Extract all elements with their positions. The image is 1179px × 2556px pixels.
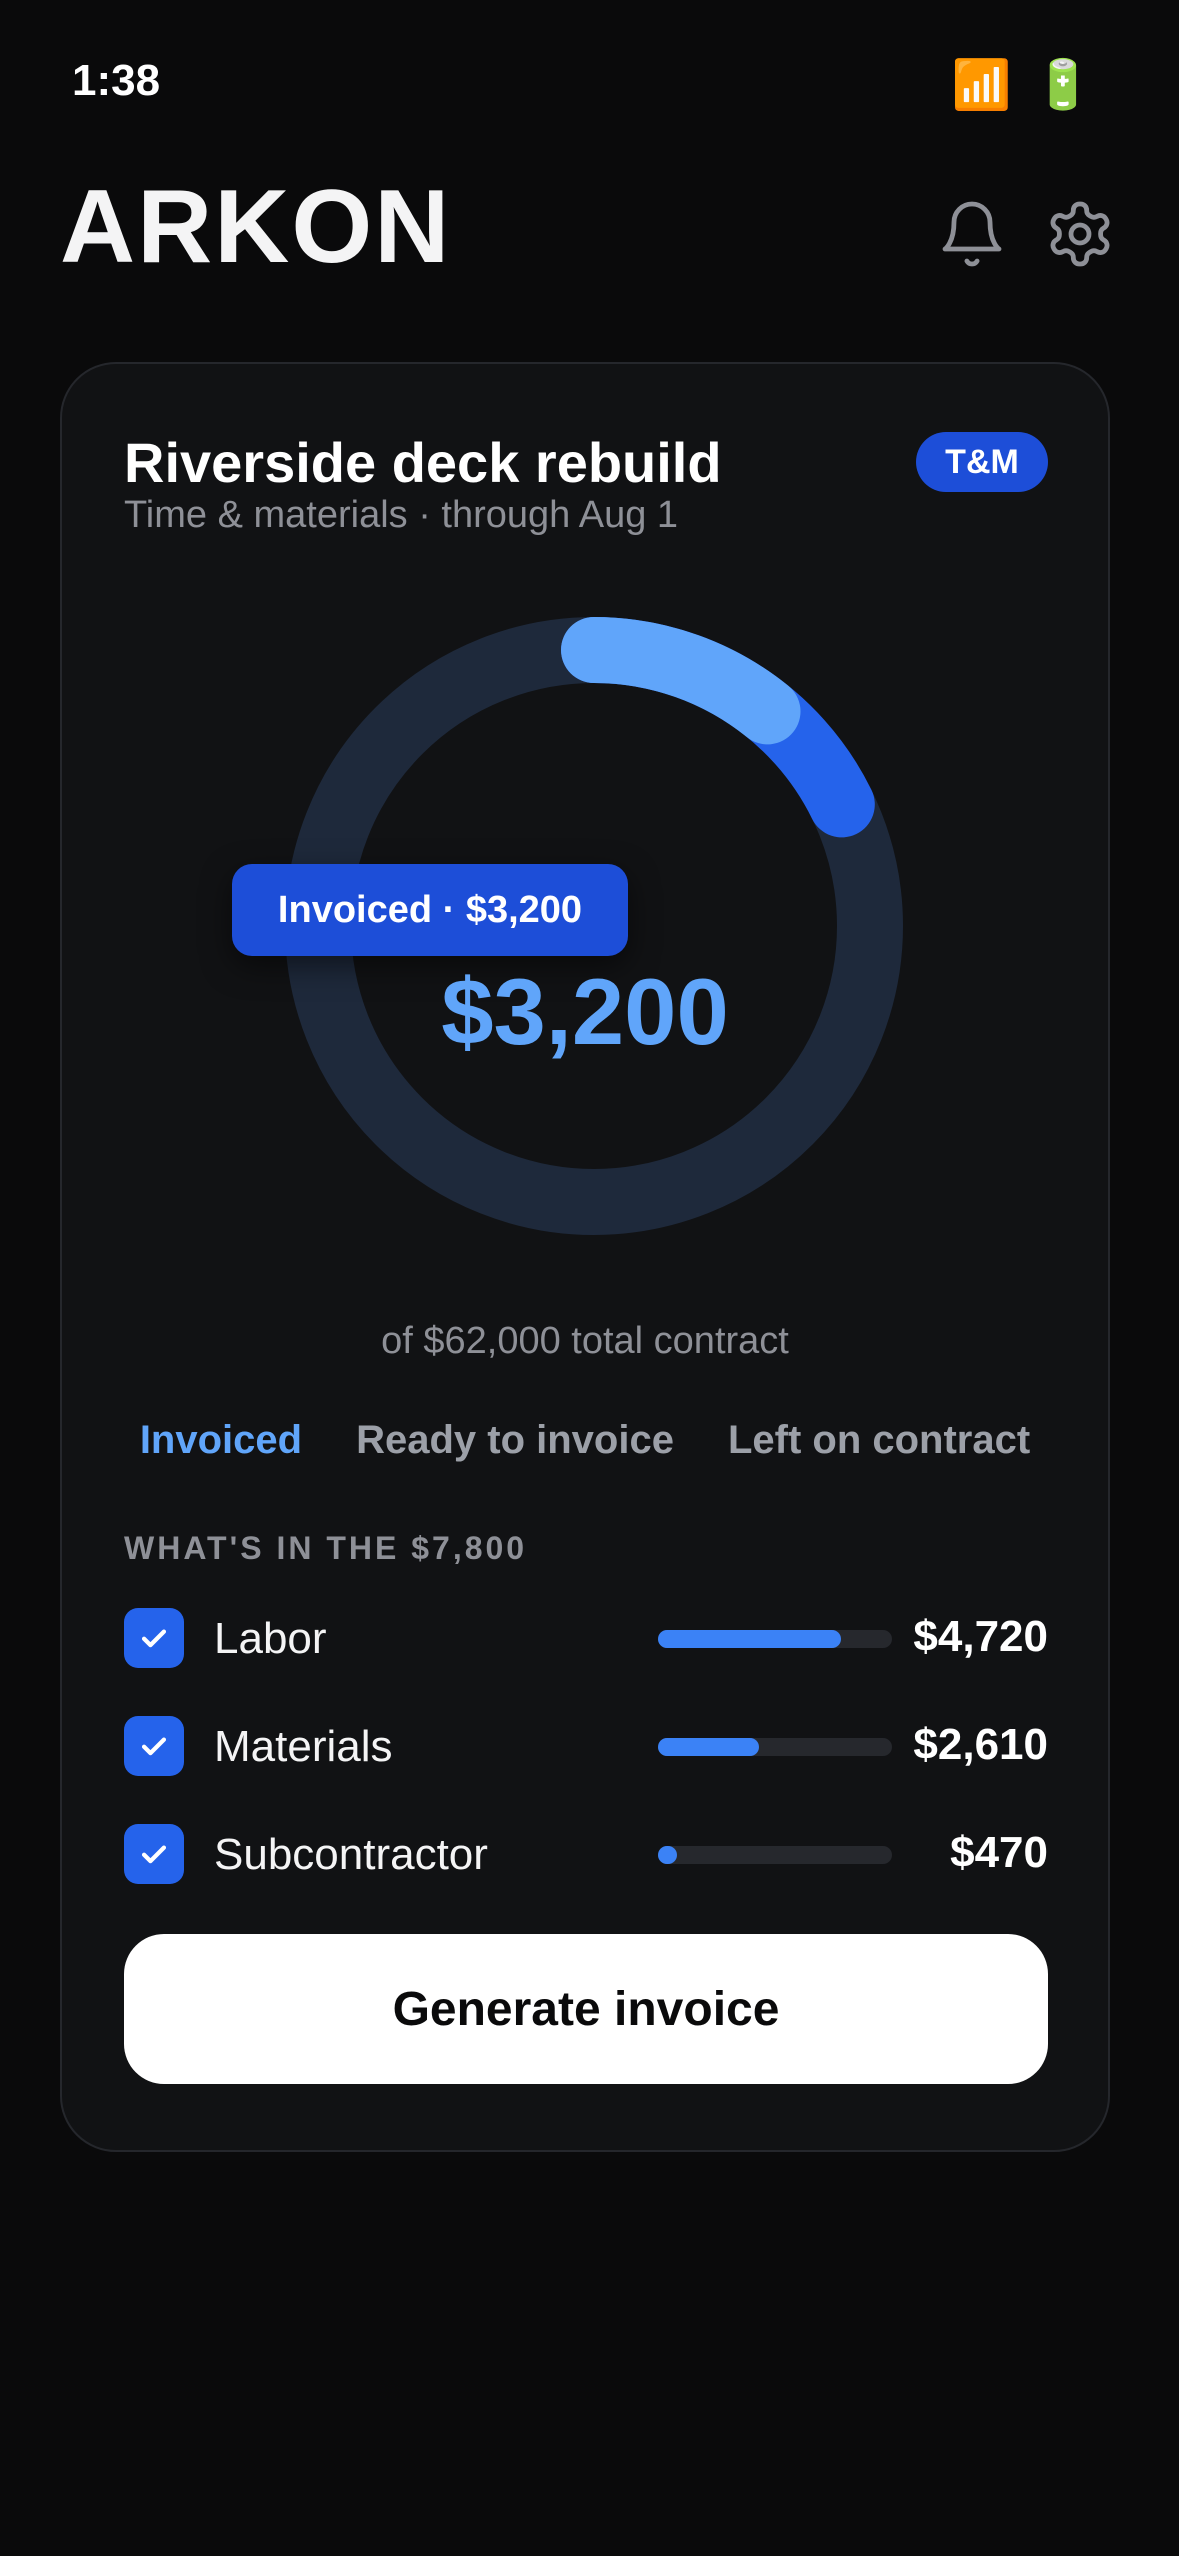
signal-icon: 📶 bbox=[951, 59, 1012, 112]
project-title: Riverside deck rebuild bbox=[124, 431, 722, 494]
materials-checkbox[interactable] bbox=[124, 1716, 184, 1776]
tab-left-on-contract[interactable]: Left on contract bbox=[728, 1418, 1030, 1463]
line-item-label: Labor bbox=[214, 1614, 327, 1663]
line-item-amount: $2,610 bbox=[913, 1720, 1048, 1769]
subcontractor-checkbox[interactable] bbox=[124, 1824, 184, 1884]
tab-invoiced[interactable]: Invoiced bbox=[140, 1418, 302, 1463]
status-icons: 📶 🔋 bbox=[951, 56, 1093, 113]
chart-tooltip: Invoiced · $3,200 bbox=[232, 864, 628, 956]
project-subtitle: Time & materials · through Aug 1 bbox=[124, 494, 679, 536]
bell-icon[interactable] bbox=[936, 198, 1008, 270]
line-item-label: Materials bbox=[214, 1722, 393, 1771]
share-bar-fill bbox=[658, 1630, 841, 1648]
share-bar-fill bbox=[658, 1738, 759, 1756]
check-icon bbox=[141, 1845, 167, 1864]
view-tabs: Invoiced Ready to invoice Left on contra… bbox=[62, 1418, 1108, 1463]
status-bar: 1:38 📶 🔋 bbox=[0, 0, 1179, 150]
line-item-amount: $4,720 bbox=[913, 1612, 1048, 1661]
app-logo: ARKON bbox=[60, 169, 452, 285]
share-bar-fill bbox=[658, 1846, 677, 1864]
project-card: Riverside deck rebuild Time & materials … bbox=[60, 362, 1110, 2152]
tab-ready-to-invoice[interactable]: Ready to invoice bbox=[356, 1418, 674, 1463]
line-item-subcontractor: Subcontractor $470 bbox=[124, 1824, 1048, 1888]
status-time: 1:38 bbox=[72, 56, 161, 105]
total-contract-text: of $62,000 total contract bbox=[381, 1320, 789, 1362]
share-bar-track bbox=[658, 1846, 892, 1864]
generate-invoice-button[interactable]: Generate invoice bbox=[124, 1934, 1048, 2084]
check-icon bbox=[141, 1629, 167, 1648]
battery-icon: 🔋 bbox=[1033, 59, 1093, 112]
contract-type-badge: T&M bbox=[916, 432, 1048, 492]
line-item-label: Subcontractor bbox=[214, 1830, 488, 1879]
line-item-materials: Materials $2,610 bbox=[124, 1716, 1048, 1780]
line-item-labor: Labor $4,720 bbox=[124, 1608, 1048, 1672]
invoiced-amount: $3,200 bbox=[441, 959, 729, 1064]
breakdown-heading: WHAT'S IN THE $7,800 bbox=[124, 1530, 528, 1566]
invoiced-arc[interactable] bbox=[561, 617, 801, 745]
labor-checkbox[interactable] bbox=[124, 1608, 184, 1668]
check-icon bbox=[141, 1737, 167, 1756]
share-bar-track bbox=[658, 1738, 892, 1756]
share-bar-track bbox=[658, 1630, 892, 1648]
gear-icon[interactable] bbox=[1044, 198, 1116, 270]
line-item-amount: $470 bbox=[950, 1828, 1048, 1877]
